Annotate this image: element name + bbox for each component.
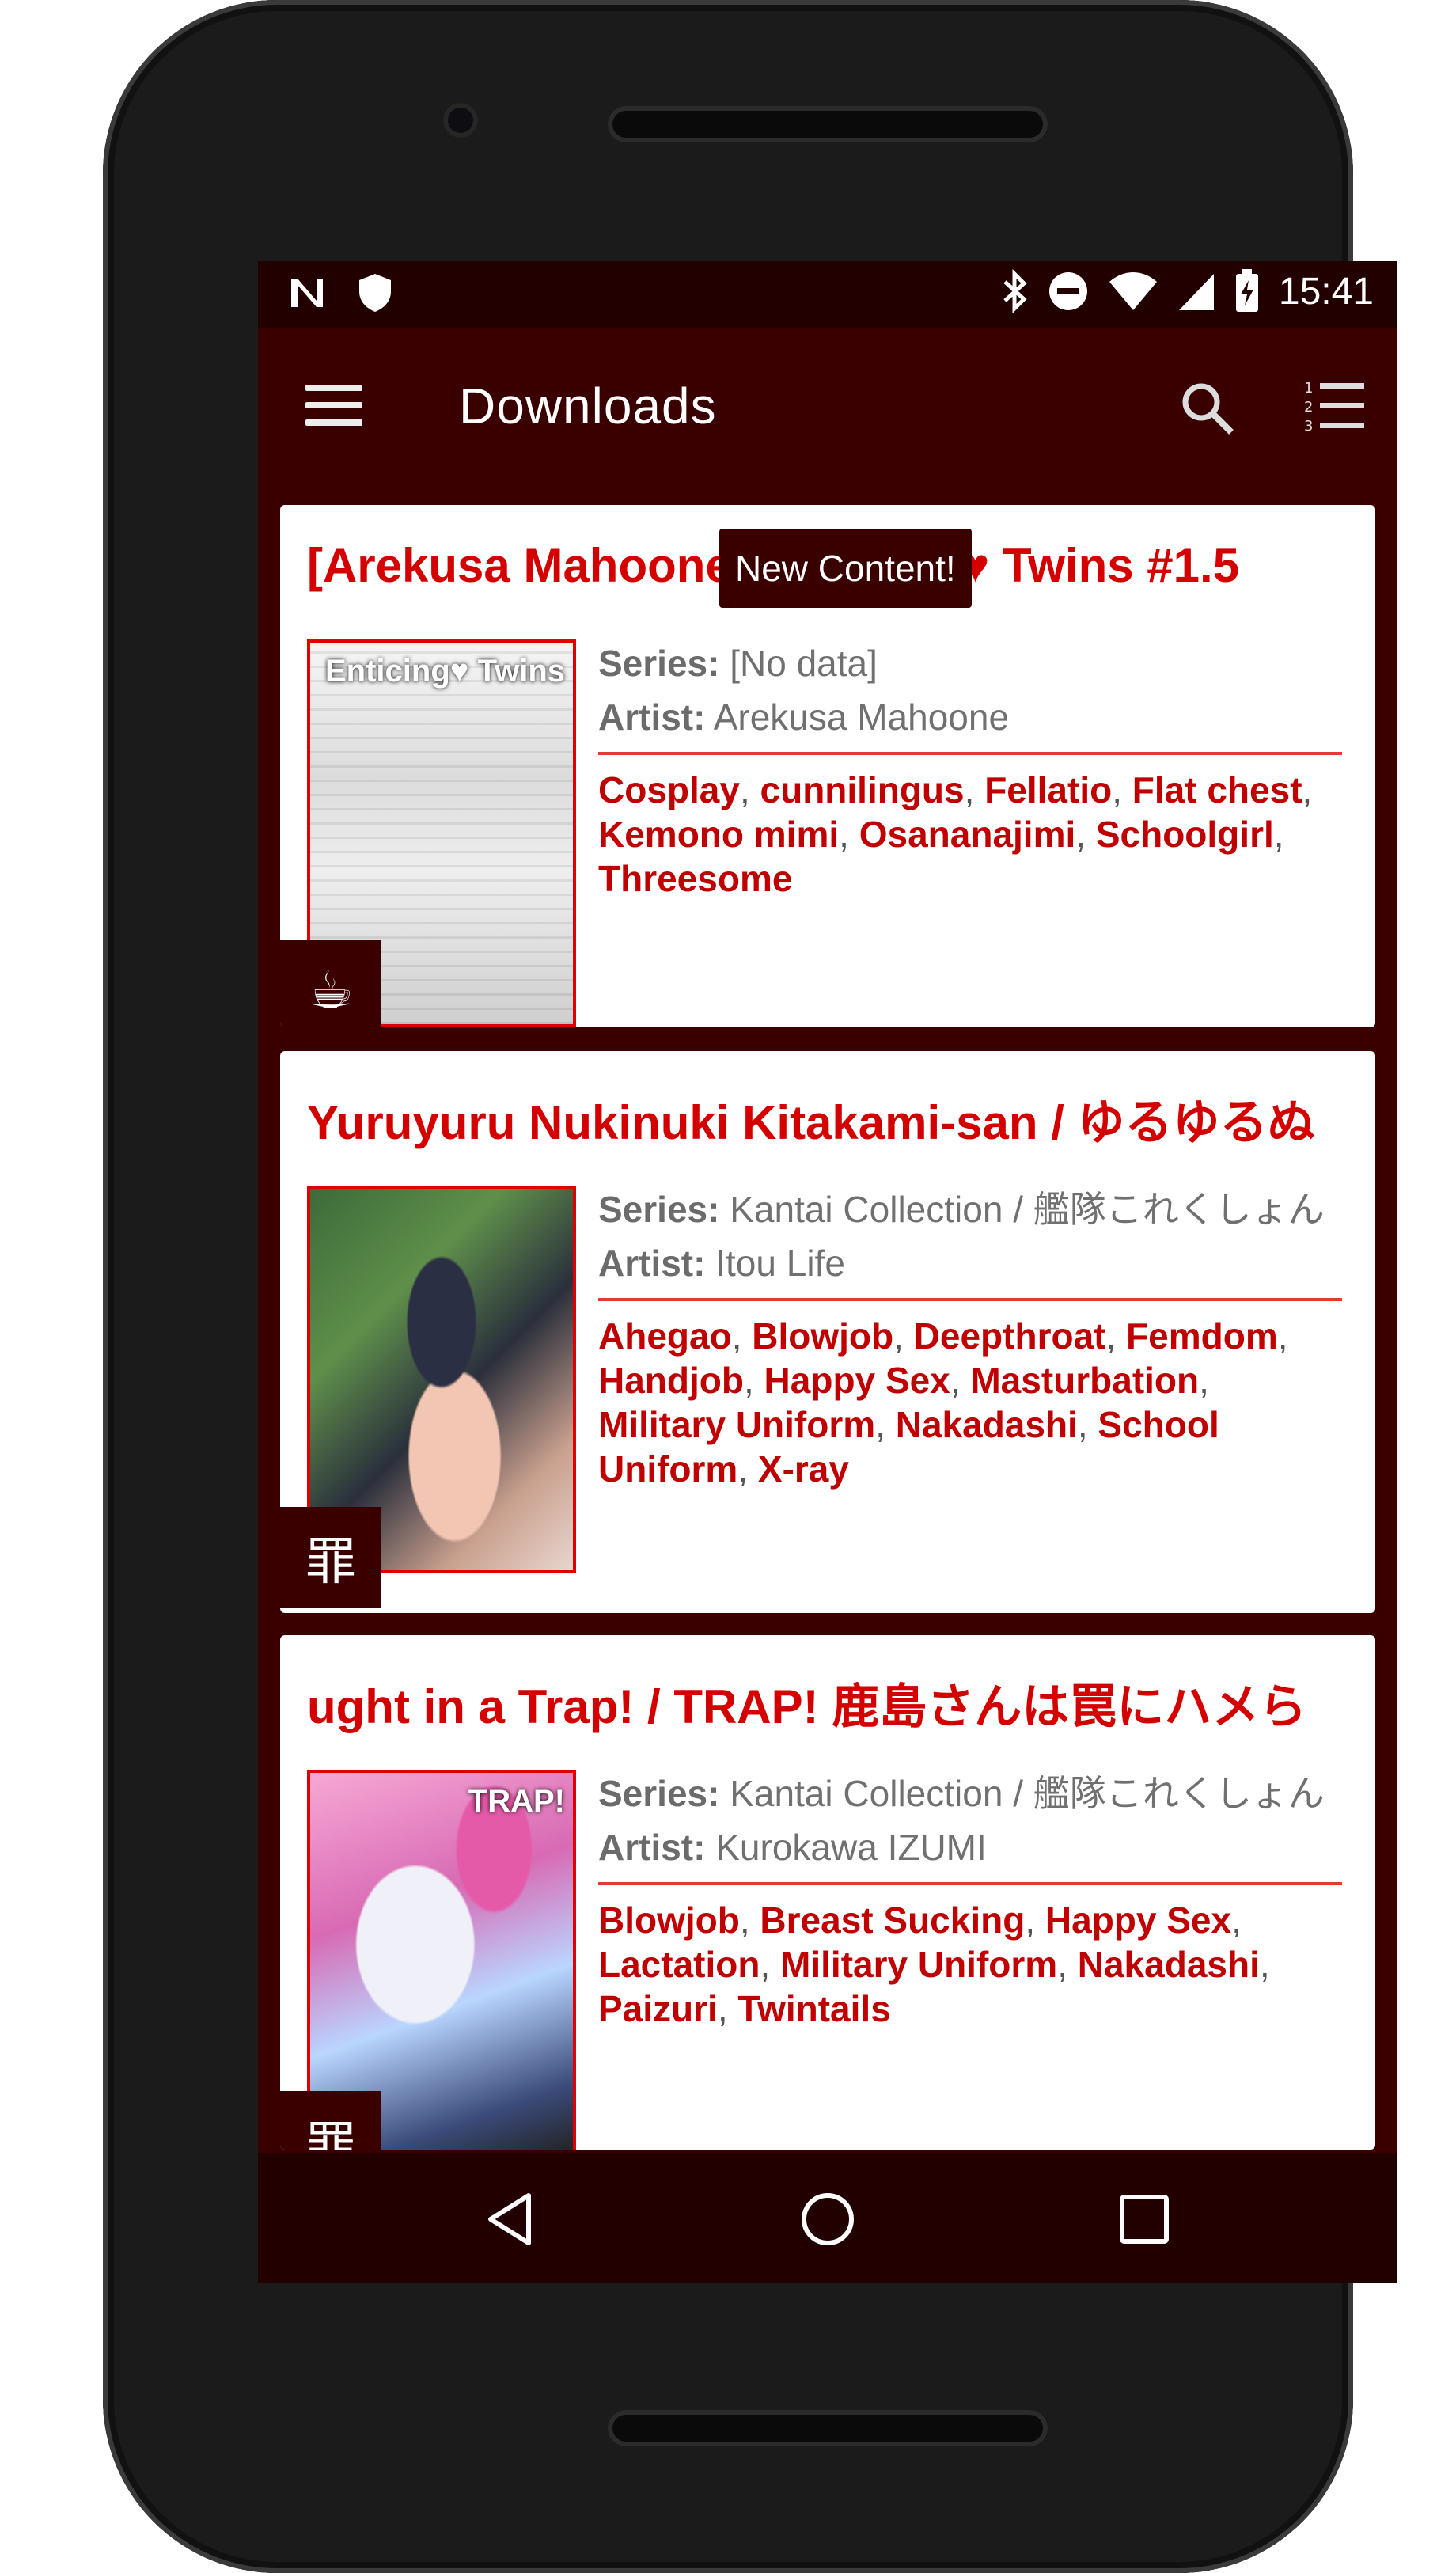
downloads-list[interactable]: [Arekusa Mahoone] Enticing ♥ Twins #1.5 … [258,483,1397,2150]
series-line: Series: [No data] [598,636,1358,690]
hamburger-menu-icon[interactable] [305,385,362,426]
tag[interactable]: Nakadashi [896,1404,1078,1445]
divider [598,1882,1342,1885]
battery-charging-icon [1235,269,1258,312]
sin-icon: 罪 [280,2091,381,2150]
phone-frame: 15:41 Downloads 1 2 3 [Arekusa Mahoone] … [103,0,1397,2573]
artist-label: Artist: [598,1243,706,1284]
tag[interactable]: Cosplay [598,769,740,810]
artist-label: Artist: [598,1827,706,1868]
app-bar: Downloads 1 2 3 [258,328,1397,483]
series-value: [No data] [730,643,878,684]
divider [598,752,1342,755]
numbered-sort-icon[interactable]: 1 2 3 [1302,378,1366,434]
series-line: Series: Kantai Collection / 艦隊これくしょん [598,1767,1358,1820]
back-icon[interactable] [480,2188,543,2251]
series-value: Kantai Collection / 艦隊これくしょん [730,1189,1325,1230]
tag[interactable]: cunnilingus [760,769,965,810]
system-nav-bar [258,2153,1397,2283]
search-icon[interactable] [1176,377,1239,440]
svg-text:2: 2 [1304,399,1313,416]
shield-icon [359,274,391,312]
artist-value: Itou Life [715,1243,845,1284]
tag[interactable]: X-ray [758,1448,849,1490]
tag[interactable]: Lactation [598,1944,760,1985]
book-card[interactable]: Yuruyuru Nukinuki Kitakami-san / ゆるゆるぬ 罪… [280,1051,1375,1613]
tag[interactable]: Nakadashi [1078,1944,1260,1985]
tag-list: Ahegao, Blowjob, Deepthroat, Femdom, Han… [598,1315,1288,1490]
page-title: Downloads [459,378,717,435]
artist-label: Artist: [598,696,706,738]
series-value: Kantai Collection / 艦隊これくしょん [730,1773,1325,1814]
artist-line: Artist: Kurokawa IZUMI [598,1820,1358,1874]
series-label: Series: [598,1189,720,1230]
tag-list: Blowjob, Breast Sucking, Happy Sex, Lact… [598,1899,1270,2029]
home-icon[interactable] [796,2188,859,2251]
tag[interactable]: Blowjob [752,1315,893,1357]
svg-text:1: 1 [1304,380,1313,397]
book-meta: Series: Kantai Collection / 艦隊これくしょん Art… [598,1767,1358,2031]
tag[interactable]: Military Uniform [598,1404,875,1445]
do-not-disturb-icon [1048,272,1087,310]
tag[interactable]: Twintails [737,1988,890,2029]
divider [598,1298,1342,1301]
book-card[interactable]: ught in a Trap! / TRAP! 鹿島さんは罠にハメら TRAP!… [280,1635,1375,2150]
front-camera [443,103,478,138]
tag[interactable]: Kemono mimi [598,814,839,855]
n-icon [291,279,323,307]
tag[interactable]: Breast Sucking [760,1899,1025,1941]
tag[interactable]: Blowjob [598,1899,740,1941]
tag[interactable]: Flat chest [1132,769,1302,810]
tag[interactable]: Masturbation [970,1360,1199,1401]
tag[interactable]: Happy Sex [764,1360,950,1401]
tag[interactable]: Ahegao [598,1315,732,1357]
cell-signal-icon [1178,274,1214,310]
artist-line: Artist: Itou Life [598,1236,1358,1290]
coffee-icon: ☕ [280,940,381,1027]
book-title[interactable]: ught in a Trap! / TRAP! 鹿島さんは罠にハメら [280,1668,1352,1737]
tag[interactable]: Schoolgirl [1096,814,1274,855]
clock: 15:41 [1278,270,1374,313]
artist-value: Kurokawa IZUMI [715,1827,987,1868]
tag[interactable]: Paizuri [598,1988,718,2029]
bottom-speaker [608,2410,1048,2446]
tag-list: Cosplay, cunnilingus, Fellatio, Flat che… [598,769,1313,899]
book-card[interactable]: [Arekusa Mahoone] Enticing ♥ Twins #1.5 … [280,505,1375,1027]
status-bar: 15:41 [258,261,1397,328]
screen: 15:41 Downloads 1 2 3 [Arekusa Mahoone] … [258,261,1397,2283]
tag[interactable]: Handjob [598,1360,744,1401]
tag[interactable]: Happy Sex [1045,1899,1231,1941]
cover-text: Enticing♥ Twins [324,654,565,689]
wifi-icon [1109,272,1157,310]
svg-text:3: 3 [1304,418,1313,434]
tag[interactable]: Femdom [1126,1315,1278,1357]
sin-icon: 罪 [280,1507,381,1608]
recents-icon[interactable] [1113,2188,1176,2251]
tag[interactable]: Threesome [598,858,792,899]
artist-line: Artist: Arekusa Mahoone [598,690,1358,744]
book-meta: Series: [No data] Artist: Arekusa Mahoon… [598,636,1358,901]
artist-value: Arekusa Mahoone [713,696,1010,738]
series-label: Series: [598,1773,720,1814]
tag[interactable]: Osananajimi [859,814,1076,855]
book-meta: Series: Kantai Collection / 艦隊これくしょん Art… [598,1182,1358,1491]
cover-text: TRAP! [468,1784,565,1819]
series-line: Series: Kantai Collection / 艦隊これくしょん [598,1182,1358,1236]
book-title[interactable]: Yuruyuru Nukinuki Kitakami-san / ゆるゆるぬ [307,1084,1352,1153]
new-content-tooltip: New Content! [719,529,972,608]
bluetooth-icon [1003,269,1027,313]
series-label: Series: [598,643,720,684]
earpiece-speaker [608,106,1048,142]
tag[interactable]: Military Uniform [780,1944,1057,1985]
tag[interactable]: Deepthroat [914,1315,1106,1357]
tag[interactable]: Fellatio [984,769,1112,810]
